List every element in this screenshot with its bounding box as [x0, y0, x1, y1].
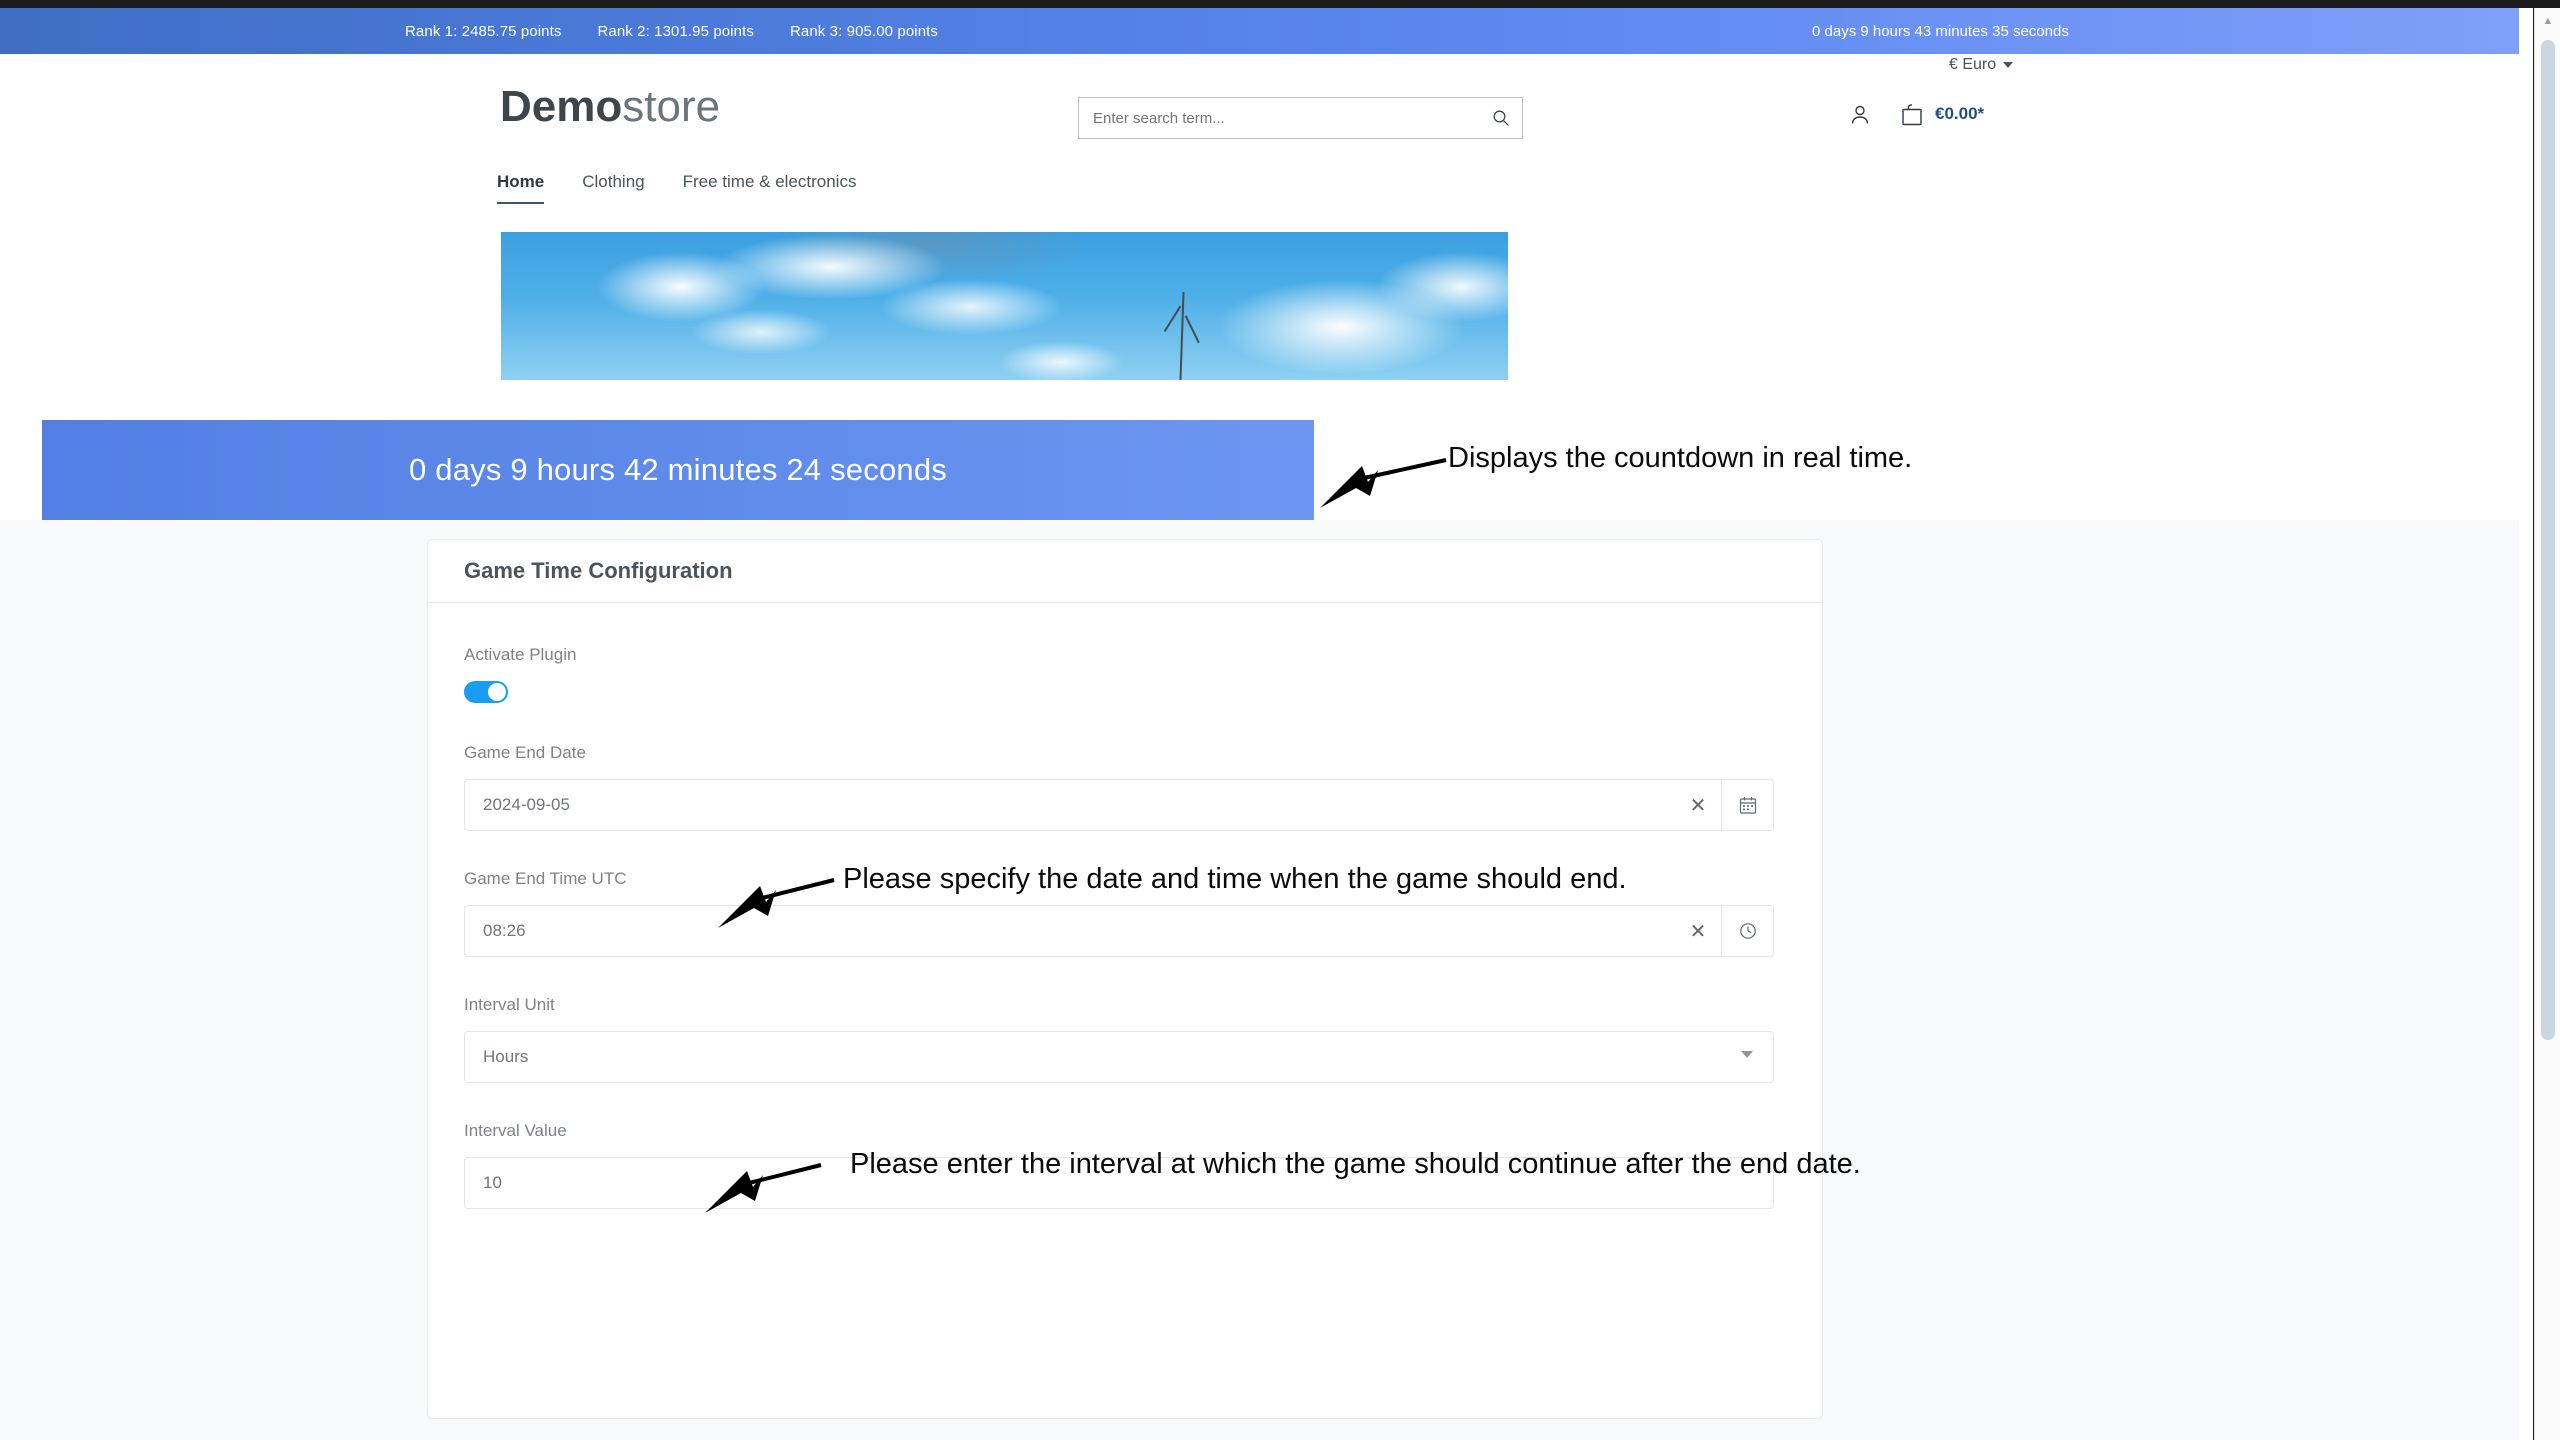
chevron-down-icon	[1741, 1051, 1753, 1058]
activate-plugin-toggle[interactable]	[464, 681, 508, 703]
cart-total[interactable]: €0.00*	[1935, 104, 1984, 124]
interval-unit-value: Hours	[483, 1047, 529, 1066]
nav-item-free-time-electronics[interactable]: Free time & electronics	[683, 172, 857, 204]
annotation-date-time: Please specify the date and time when th…	[843, 863, 1627, 895]
game-end-date-value[interactable]: 2024-09-05	[465, 780, 1675, 830]
interval-value-value: 10	[483, 1173, 502, 1192]
annotation-arrow-2	[718, 878, 835, 928]
top-bar-countdown: 0 days 9 hours 43 minutes 35 seconds	[1812, 22, 2069, 40]
rank-countdown-bar: Rank 1: 2485.75 points Rank 2: 1301.95 p…	[0, 8, 2519, 54]
clear-time-icon[interactable]: ✕	[1675, 906, 1721, 956]
clear-date-icon[interactable]: ✕	[1675, 780, 1721, 830]
page-scrollbar[interactable]: ▲	[2534, 8, 2560, 1440]
clock-icon	[1739, 923, 1756, 939]
rank-item-2: Rank 2: 1301.95 points	[597, 22, 754, 40]
scrollbar-thumb[interactable]	[2541, 40, 2555, 1040]
calendar-picker-button[interactable]	[1721, 780, 1773, 830]
annotation-interval: Please enter the interval at which the g…	[850, 1148, 1861, 1180]
interval-value-label: Interval Value	[464, 1121, 567, 1140]
user-icon	[1851, 105, 1869, 124]
annotation-arrow-3	[705, 1163, 822, 1213]
account-button[interactable]	[1848, 103, 1872, 132]
game-end-time-field[interactable]: 08:26 ✕	[464, 905, 1774, 957]
time-picker-button[interactable]	[1721, 906, 1773, 956]
hero-tree-branch	[1179, 291, 1185, 381]
logo-bold-text: Demo	[500, 82, 623, 131]
site-logo[interactable]: Demostore	[500, 85, 720, 129]
activate-plugin-label: Activate Plugin	[464, 645, 577, 664]
page-root: Rank 1: 2485.75 points Rank 2: 1301.95 p…	[0, 0, 2560, 1440]
rank-list: Rank 1: 2485.75 points Rank 2: 1301.95 p…	[405, 23, 938, 40]
shopping-bag-icon	[1902, 104, 1922, 126]
currency-selector[interactable]: € Euro	[1949, 56, 2014, 74]
search-icon	[1493, 110, 1509, 126]
scroll-up-arrow-icon[interactable]: ▲	[2535, 8, 2560, 34]
chevron-down-icon	[2003, 62, 2014, 68]
rank-item-3: Rank 3: 905.00 points	[789, 22, 939, 40]
card-body: Activate Plugin Game End Date 2024-09-05…	[428, 603, 1822, 1209]
rank-item-1: Rank 1: 2485.75 points	[405, 22, 562, 40]
game-end-time-value[interactable]: 08:26	[465, 906, 1675, 956]
countdown-banner: 0 days 9 hours 42 minutes 24 seconds	[42, 420, 1314, 520]
browser-top-strip	[0, 0, 2560, 8]
search-box[interactable]	[1078, 97, 1523, 139]
search-button[interactable]	[1480, 98, 1522, 138]
game-end-date-field[interactable]: 2024-09-05 ✕	[464, 779, 1774, 831]
calendar-icon	[1739, 797, 1756, 814]
annotation-countdown: Displays the countdown in real time.	[1448, 442, 1913, 474]
cart-button[interactable]	[1900, 102, 1924, 133]
toggle-knob	[488, 683, 506, 701]
card-title: Game Time Configuration	[464, 558, 733, 583]
logo-normal-text: store	[622, 82, 721, 131]
countdown-banner-text: 0 days 9 hours 42 minutes 24 seconds	[409, 452, 947, 487]
main-navigation: Home Clothing Free time & electronics	[497, 172, 856, 204]
interval-unit-select[interactable]: Hours	[464, 1031, 1774, 1083]
card-header: Game Time Configuration	[428, 540, 1822, 603]
nav-item-clothing[interactable]: Clothing	[582, 172, 644, 204]
nav-item-home[interactable]: Home	[497, 172, 545, 204]
annotation-arrow-1	[1320, 458, 1447, 508]
interval-unit-label: Interval Unit	[464, 995, 555, 1014]
game-time-configuration-card: Game Time Configuration Activate Plugin …	[427, 539, 1823, 1419]
hero-sky-image	[501, 232, 1508, 381]
search-input[interactable]	[1079, 109, 1480, 127]
game-end-date-label: Game End Date	[464, 743, 586, 762]
currency-label: € Euro	[1949, 56, 1997, 73]
